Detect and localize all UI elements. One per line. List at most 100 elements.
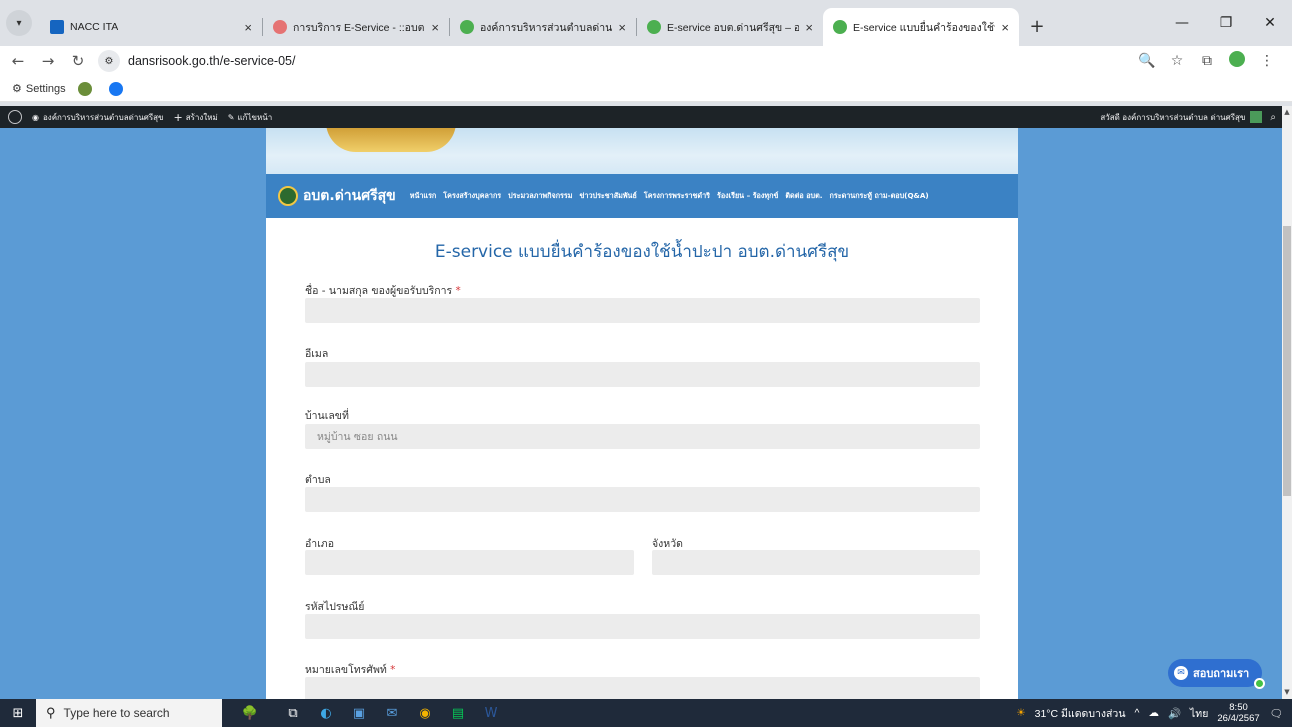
tray-overflow-icon[interactable]: ^ xyxy=(1135,707,1140,719)
restore-icon[interactable]: ❐ xyxy=(1204,15,1248,31)
notifications-icon[interactable]: 🗨 xyxy=(1270,707,1283,720)
wp-new-link[interactable]: + สร้างใหม่ xyxy=(174,111,218,124)
required-mark: * xyxy=(390,664,396,676)
minimize-icon[interactable]: — xyxy=(1160,15,1204,31)
back-icon[interactable]: ← xyxy=(6,52,30,70)
tab-nacc-ita[interactable]: NACC ITA × xyxy=(40,11,262,43)
edge-icon[interactable]: ◐ xyxy=(311,702,341,724)
name-label-text: ชื่อ - นามสกุล ของผู้ขอรับบริการ xyxy=(305,285,453,297)
site-info-icon[interactable]: ⚙ xyxy=(98,50,120,72)
close-icon[interactable]: × xyxy=(995,20,1009,35)
weather-text[interactable]: 31°C มีแดดบางส่วน xyxy=(1035,705,1126,722)
zoom-icon[interactable]: 🔍 xyxy=(1132,53,1162,69)
chat-label: สอบถามเรา xyxy=(1193,667,1250,680)
volume-icon[interactable]: 🔊 xyxy=(1168,707,1181,720)
wp-site-link[interactable]: ◉ องค์การบริหารส่วนตำบลด่านศรีสุข xyxy=(32,111,164,124)
menu-item-gallery[interactable]: ประมวลภาพกิจกรรม xyxy=(508,191,572,202)
postal-code-field[interactable] xyxy=(305,614,980,639)
tab-e-service-05-active[interactable]: E-service แบบยื่นคำร้องของใช้น้ำปะป… × xyxy=(823,8,1019,46)
gear-icon: ⚙ xyxy=(12,83,22,95)
email-field[interactable] xyxy=(305,362,980,387)
wp-site-label: องค์การบริหารส่วนตำบลด่านศรีสุข xyxy=(42,112,164,122)
taskbar-search[interactable]: ⚲ Type here to search xyxy=(36,699,222,727)
menu-item-home[interactable]: หน้าแรก xyxy=(410,191,437,202)
province-field[interactable] xyxy=(652,550,980,575)
bookmark-facebook[interactable] xyxy=(108,81,128,96)
close-icon[interactable]: × xyxy=(238,20,252,35)
forward-icon[interactable]: → xyxy=(36,52,60,70)
name-label: ชื่อ - นามสกุล ของผู้ขอรับบริการ * xyxy=(305,282,461,299)
address-bar[interactable]: ⚙ dansrisook.go.th/e-service-05/ xyxy=(98,49,1132,73)
banner-ornament xyxy=(326,128,456,152)
site-logo[interactable] xyxy=(278,186,298,206)
menu-item-contact[interactable]: ติดต่อ อบต. xyxy=(785,191,822,202)
reload-icon[interactable]: ↻ xyxy=(66,52,90,70)
search-placeholder: Type here to search xyxy=(63,706,170,720)
word-icon[interactable]: W xyxy=(476,702,506,724)
wordpress-icon[interactable] xyxy=(8,110,22,124)
scroll-up-arrow-icon[interactable]: ▲ xyxy=(1283,108,1291,116)
tab-dansrisook-home[interactable]: องค์การบริหารส่วนตำบลด่านศรีสุข -… × xyxy=(450,11,636,43)
menu-item-complaints[interactable]: ร้องเรียน – ร้องทุกข์ xyxy=(717,191,778,202)
tab-search-button[interactable]: ▾ xyxy=(6,10,32,36)
page-scrollbar[interactable]: ▲ ▼ xyxy=(1282,106,1292,699)
menu-item-qa-board[interactable]: กระดานกระทู้ ถาม-ตอบ(Q&A) xyxy=(830,191,929,202)
network-icon[interactable]: ☁ xyxy=(1148,707,1159,719)
scroll-down-arrow-icon[interactable]: ▼ xyxy=(1283,688,1291,696)
bookmark-settings[interactable]: ⚙ Settings xyxy=(12,82,66,96)
tab-title: E-service อบต.ด่านศรีสุข – องค์การ… xyxy=(667,21,800,34)
chrome-icon[interactable]: ◉ xyxy=(410,702,440,724)
tree-widget-icon[interactable]: 🌳 xyxy=(225,702,275,724)
house-number-label: บ้านเลขที่ xyxy=(305,410,349,422)
site-name[interactable]: อบต.ด่านศรีสุข xyxy=(303,185,396,207)
menu-kebab-icon[interactable]: ⋮ xyxy=(1252,53,1282,69)
windows-start-icon[interactable]: ⊞ xyxy=(0,706,36,721)
bookmark-site[interactable] xyxy=(77,81,97,96)
menu-item-structure[interactable]: โครงสร้างบุคลากร xyxy=(443,191,501,202)
windows-taskbar: ⊞ ⚲ Type here to search 🌳 ⧉ ◐ ▣ ✉ ◉ ▤ W … xyxy=(0,699,1292,727)
url-text[interactable]: dansrisook.go.th/e-service-05/ xyxy=(128,54,295,68)
task-view-icon[interactable]: ⧉ xyxy=(278,702,308,724)
close-icon[interactable]: × xyxy=(612,20,626,35)
facebook-icon xyxy=(108,81,123,96)
system-tray: ☀ 31°C มีแดดบางส่วน ^ ☁ 🔊 ไทย 8:50 26/4/… xyxy=(1016,702,1292,724)
wp-edit-label: แก้ไขหน้า xyxy=(237,112,273,122)
extensions-icon[interactable]: ⧉ xyxy=(1192,53,1222,69)
menu-item-royal-projects[interactable]: โครงการพระราชดำริ xyxy=(644,191,710,202)
close-icon[interactable]: × xyxy=(799,20,813,35)
language-indicator[interactable]: ไทย xyxy=(1190,705,1208,722)
new-tab-button[interactable]: + xyxy=(1023,12,1051,40)
tab-e-service-dansrisook[interactable]: E-service อบต.ด่านศรีสุข – องค์การ… × xyxy=(637,11,823,43)
store-icon[interactable]: ▣ xyxy=(344,702,374,724)
search-icon[interactable]: ⌕ xyxy=(1270,112,1276,123)
wp-admin-bar: ◉ องค์การบริหารส่วนตำบลด่านศรีสุข + สร้า… xyxy=(0,106,1282,128)
scrollbar-thumb[interactable] xyxy=(1283,226,1291,496)
email-label: อีเมล xyxy=(305,348,329,360)
clock[interactable]: 8:50 26/4/2567 xyxy=(1217,702,1259,724)
chat-button[interactable]: ✉ สอบถามเรา xyxy=(1168,659,1262,687)
tab-e-service-khoklam[interactable]: การบริการ E-Service - ::อบต.โคกหล่… × xyxy=(263,11,449,43)
window-controls: — ❐ ✕ xyxy=(1160,0,1292,46)
phone-field[interactable] xyxy=(305,677,980,699)
wp-account[interactable]: สวัสดี องค์การบริหารส่วนตำบล ด่านศรีสุข … xyxy=(1100,111,1276,124)
menu-item-news[interactable]: ข่าวประชาสัมพันธ์ xyxy=(580,191,637,202)
house-number-field[interactable]: หมู่บ้าน ซอย ถนน xyxy=(305,424,980,449)
district-field[interactable] xyxy=(305,550,634,575)
close-icon[interactable]: × xyxy=(425,20,439,35)
weather-icon[interactable]: ☀ xyxy=(1016,707,1025,719)
name-field[interactable] xyxy=(305,298,980,323)
wp-edit-link[interactable]: ✎ แก้ไขหน้า xyxy=(228,111,272,124)
bookmark-star-icon[interactable]: ☆ xyxy=(1162,53,1192,69)
subdistrict-field[interactable] xyxy=(305,487,980,512)
page-viewport: อบต.ด่านศรีสุข หน้าแรก โครงสร้างบุคลากร … xyxy=(0,128,1282,699)
line-icon[interactable]: ▤ xyxy=(443,702,473,724)
mail-icon[interactable]: ✉ xyxy=(377,702,407,724)
browser-toolbar: ← → ↻ ⚙ dansrisook.go.th/e-service-05/ 🔍… xyxy=(0,46,1292,76)
site-favicon-icon xyxy=(77,81,92,96)
form-content: E-service แบบยื่นคำร้องของใช้น้ำปะปา อบต… xyxy=(266,218,1018,699)
profile-icon[interactable] xyxy=(1222,51,1252,71)
tabs: NACC ITA × การบริการ E-Service - ::อบต.โ… xyxy=(40,0,1051,46)
avatar xyxy=(1250,111,1263,123)
close-window-icon[interactable]: ✕ xyxy=(1248,15,1292,31)
site-favicon-icon xyxy=(460,20,474,34)
